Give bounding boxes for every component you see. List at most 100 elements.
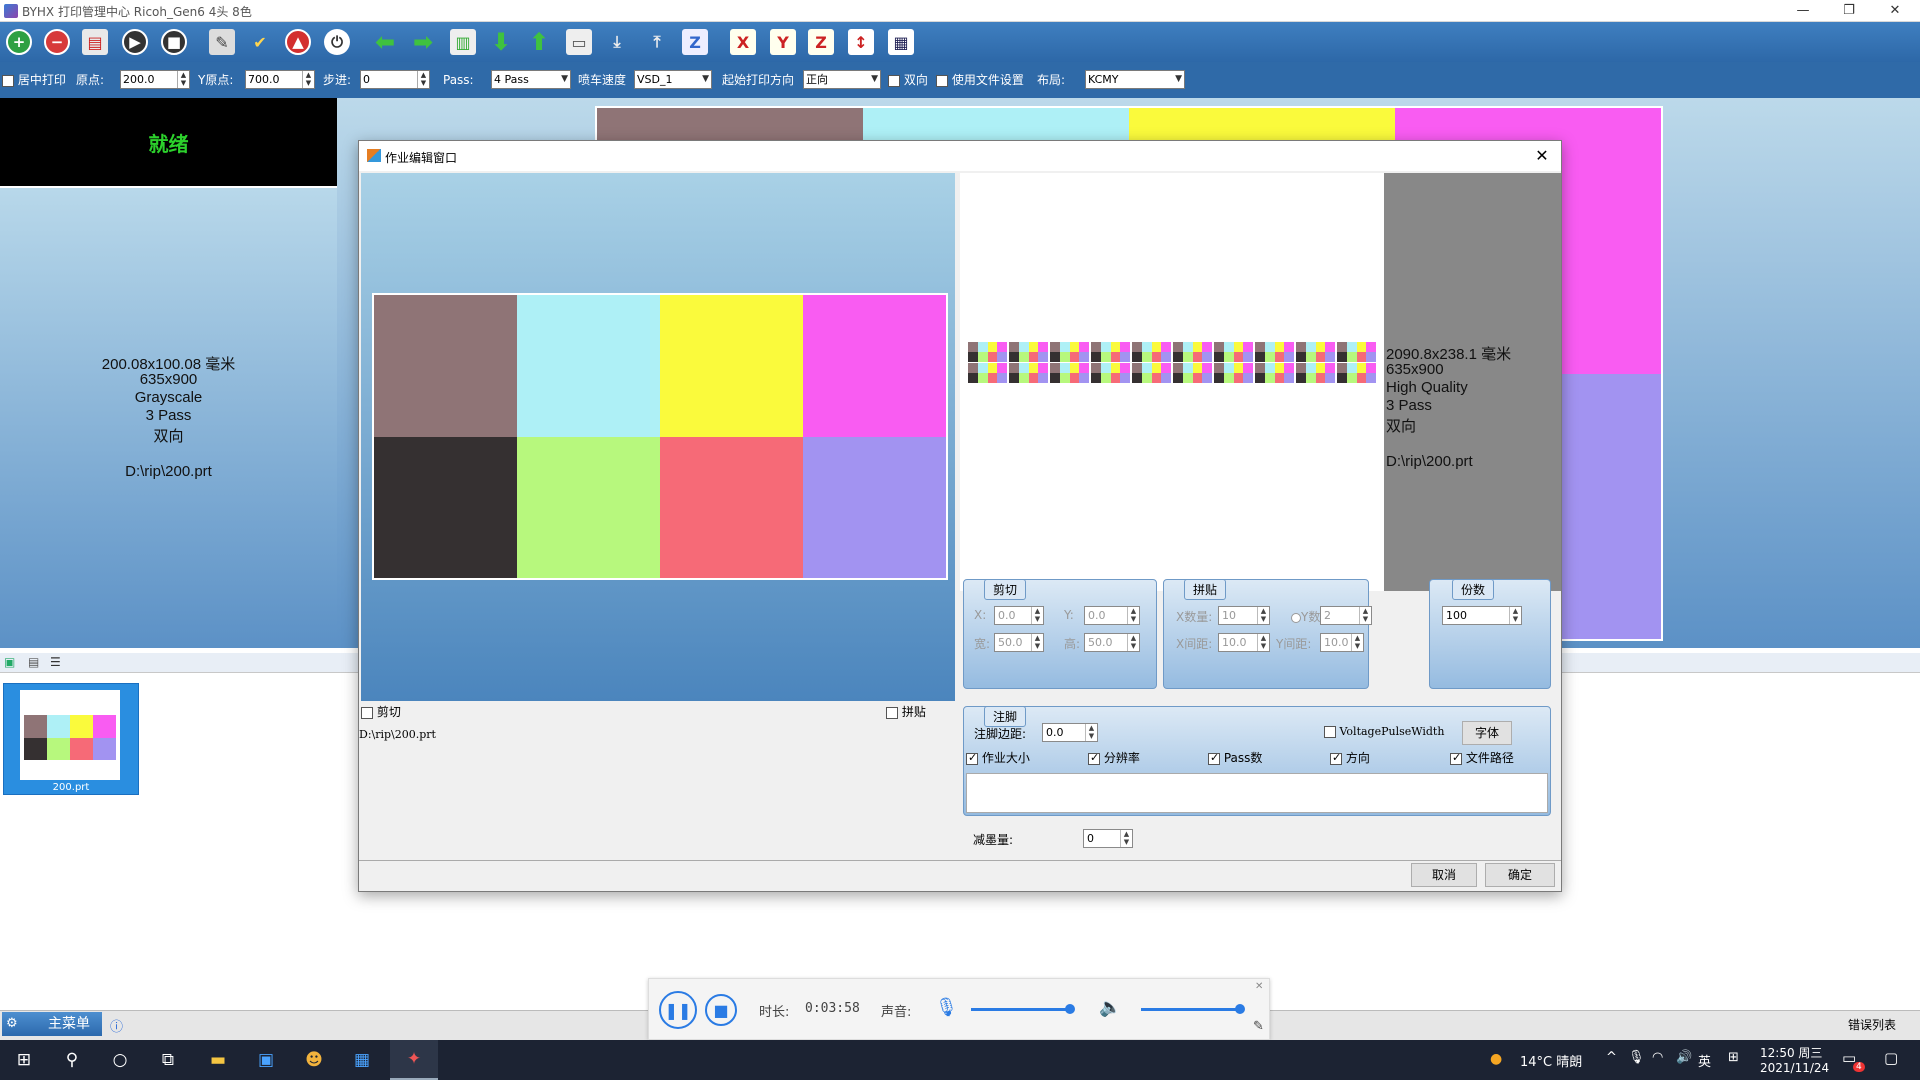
spin-arrows-icon[interactable]: ▲ ▼	[1127, 634, 1139, 651]
home-x-icon[interactable]: X	[726, 26, 760, 58]
footnote-margin-input[interactable]: 0.0 ▲ ▼	[1042, 723, 1098, 742]
play-icon[interactable]: ▶	[118, 26, 152, 58]
footnote-textarea[interactable]	[966, 773, 1548, 813]
tile-checkbox[interactable]	[886, 706, 898, 719]
volume-slider-knob[interactable]	[1235, 1004, 1245, 1014]
y-origin-input[interactable]: 700.0 ▲ ▼	[245, 70, 315, 89]
ime-indicator[interactable]: 英	[1698, 1051, 1711, 1070]
abort-icon[interactable]: ▲	[281, 26, 315, 58]
pass-count-option[interactable]: Pass数	[1208, 749, 1262, 766]
resolution-checkbox[interactable]	[1088, 751, 1100, 765]
down-icon[interactable]: ⬇	[484, 26, 518, 58]
center-print-checkbox[interactable]	[2, 74, 14, 87]
copies-input[interactable]: 100 ▲ ▼	[1442, 606, 1522, 625]
job-size-option[interactable]: 作业大小	[966, 749, 1030, 766]
carriage-icon[interactable]: ▥	[446, 26, 480, 58]
volume-tray-icon[interactable]: 🔊	[1676, 1050, 1692, 1065]
print-manager-taskbar-icon[interactable]: ✦	[390, 1040, 438, 1080]
preview-image[interactable]	[372, 293, 948, 580]
cortana-icon[interactable]: ○	[96, 1040, 144, 1080]
file-explorer-icon[interactable]: ▬	[194, 1040, 242, 1080]
print-icon[interactable]: ▤	[78, 26, 112, 58]
cut-x-input[interactable]: 0.0 ▲ ▼	[994, 606, 1044, 625]
details-view-icon[interactable]: ☰	[50, 655, 61, 669]
resolution-option[interactable]: 分辨率	[1088, 749, 1140, 766]
power-icon[interactable]: ⏻	[320, 26, 354, 58]
spin-arrows-icon[interactable]: ▲ ▼	[302, 71, 314, 88]
check-icon[interactable]: ✔	[243, 26, 277, 58]
cut-y-input[interactable]: 0.0 ▲ ▼	[1084, 606, 1140, 625]
origin-input[interactable]: 200.0 ▲ ▼	[120, 70, 190, 89]
voltage-option[interactable]: VoltagePulseWidth	[1324, 725, 1444, 738]
spin-arrows-icon[interactable]: ▲ ▼	[177, 71, 189, 88]
home-y-icon[interactable]: Y	[766, 26, 800, 58]
ink-reduce-input[interactable]: 0 ▲ ▼	[1083, 829, 1133, 848]
mic-slider[interactable]	[971, 1008, 1071, 1011]
ycount-radio[interactable]	[1291, 612, 1301, 623]
close-icon[interactable]: ✕	[1872, 0, 1918, 22]
job-size-checkbox[interactable]	[966, 751, 978, 765]
action-center-icon[interactable]: ▢	[1884, 1049, 1898, 1067]
stop-icon[interactable]: ■	[705, 994, 737, 1026]
speaker-icon[interactable]: 🔈	[1099, 997, 1121, 1018]
close-icon[interactable]: ✕	[1255, 981, 1263, 992]
step-input[interactable]: 0 ▲ ▼	[360, 70, 430, 89]
volume-slider[interactable]	[1141, 1008, 1241, 1011]
layout-select[interactable]: KCMY ▼	[1085, 70, 1185, 89]
thumbnail-view-icon[interactable]: ▣	[4, 655, 15, 669]
spin-arrows-icon[interactable]: ▲ ▼	[1359, 607, 1371, 624]
center-print-option[interactable]: 居中打印	[2, 71, 66, 89]
app-window-icon[interactable]: ▣	[242, 1040, 290, 1080]
media-icon[interactable]: ▭	[562, 26, 596, 58]
minimize-icon[interactable]: —	[1780, 0, 1826, 22]
cut-option[interactable]: 剪切	[361, 703, 401, 720]
tile-option[interactable]: 拼贴	[886, 703, 926, 720]
info-icon[interactable]: ⓘ	[110, 1016, 123, 1035]
measure-icon[interactable]: ↕	[844, 26, 878, 58]
tile-xcount-input[interactable]: 10 ▲ ▼	[1218, 606, 1270, 625]
job-thumbnail[interactable]	[3, 683, 139, 795]
cut-checkbox[interactable]	[361, 706, 373, 719]
add-icon[interactable]: +	[2, 26, 36, 58]
file-path-checkbox[interactable]	[1450, 751, 1462, 765]
direction-option[interactable]: 方向	[1330, 749, 1370, 766]
font-button[interactable]: 字体	[1462, 721, 1512, 745]
mic-tray-icon[interactable]: 🎙	[1628, 1050, 1645, 1065]
spin-arrows-icon[interactable]: ▲ ▼	[1127, 607, 1139, 624]
tile-ygap-input[interactable]: 10.0 ▲ ▼	[1320, 633, 1364, 652]
file-path-option[interactable]: 文件路径	[1450, 749, 1514, 766]
clean-icon[interactable]: ✎	[205, 26, 239, 58]
restore-icon[interactable]: ❐	[1826, 0, 1872, 22]
cut-height-input[interactable]: 50.0 ▲ ▼	[1084, 633, 1140, 652]
bidir-checkbox[interactable]	[888, 74, 900, 87]
spin-arrows-icon[interactable]: ▲ ▼	[1509, 607, 1521, 624]
pause-icon[interactable]: ❚❚	[659, 991, 697, 1029]
microphone-icon[interactable]: 🎙	[935, 997, 958, 1018]
tile-xgap-input[interactable]: 10.0 ▲ ▼	[1218, 633, 1270, 652]
bidir-option[interactable]: 双向	[888, 71, 928, 89]
pass-select[interactable]: 4 Pass ▼	[491, 70, 571, 89]
clock-date[interactable]: 2021/11/24	[1760, 1061, 1829, 1075]
right-icon[interactable]: ➡	[406, 26, 440, 58]
clock-time[interactable]: 12:50 周三	[1760, 1044, 1822, 1061]
use-file-option[interactable]: 使用文件设置	[936, 71, 1024, 89]
spin-arrows-icon[interactable]: ▲ ▼	[1257, 607, 1269, 624]
tray-chevron-icon[interactable]: ^	[1606, 1050, 1617, 1065]
use-file-checkbox[interactable]	[936, 74, 948, 87]
stop-icon[interactable]: ■	[157, 26, 191, 58]
settings-icon[interactable]: ▦	[884, 26, 918, 58]
tile-ycount-input[interactable]: 2 ▲ ▼	[1320, 606, 1372, 625]
z-icon[interactable]: Z	[678, 26, 712, 58]
spin-arrows-icon[interactable]: ▲ ▼	[1257, 634, 1269, 651]
windows-start-icon[interactable]: ⊞	[0, 1040, 48, 1080]
direction-select[interactable]: 正向 ▼	[803, 70, 881, 89]
ok-button[interactable]: 确定	[1485, 863, 1555, 887]
up-icon[interactable]: ⬆	[522, 26, 556, 58]
spin-arrows-icon[interactable]: ▲ ▼	[1031, 634, 1043, 651]
direction-checkbox[interactable]	[1330, 751, 1342, 765]
left-icon[interactable]: ⬅	[368, 26, 402, 58]
feed-icon[interactable]: ⤓	[600, 26, 634, 58]
spin-arrows-icon[interactable]: ▲ ▼	[1120, 830, 1132, 847]
spin-arrows-icon[interactable]: ▲ ▼	[1085, 724, 1097, 741]
app-mascot-icon[interactable]: ☻	[290, 1040, 338, 1080]
